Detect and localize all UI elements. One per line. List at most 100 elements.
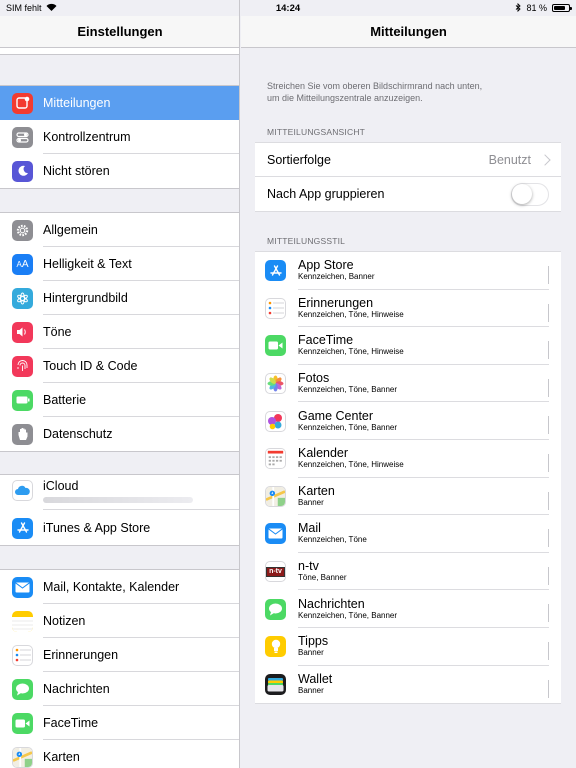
reminders-icon (265, 297, 286, 319)
app-notification-style: Kennzeichen, Töne, Banner (298, 422, 398, 432)
sidebar-item-text: Datenschutz (43, 427, 113, 441)
sidebar-item-label: Hintergrundbild (43, 281, 239, 315)
sidebar-group-accounts: iCloud iTunes & App Store (0, 474, 239, 546)
app-row[interactable]: Kalender Kennzeichen, Töne, Hinweise (255, 440, 561, 478)
brightness-text-icon: AA (12, 253, 33, 275)
app-row[interactable]: Nachrichten Kennzeichen, Töne, Banner (255, 590, 561, 628)
app-name: Karten (298, 483, 335, 498)
app-name: Nachrichten (298, 596, 365, 611)
app-row[interactable]: FaceTime Kennzeichen, Töne, Hinweise (255, 327, 561, 365)
sidebar-item-itunes-app-store[interactable]: iTunes & App Store (0, 511, 239, 545)
sidebar-item-icloud[interactable]: iCloud (0, 475, 239, 511)
chevron-right-icon (546, 679, 549, 699)
sidebar-item-label: iCloud (43, 479, 239, 510)
sidebar-item-kontrollzentrum[interactable]: Kontrollzentrum (0, 120, 239, 154)
sidebar-item-text: Erinnerungen (43, 647, 119, 662)
sidebar-item-datenschutz[interactable]: Datenschutz (0, 417, 239, 451)
sidebar-item-helligkeit-text[interactable]: AA Helligkeit & Text (0, 247, 239, 281)
app-name: Mail (298, 521, 321, 536)
app-row-text: n-tv Töne, Banner (298, 553, 549, 591)
facetime-icon (265, 335, 286, 357)
view-settings-group: Sortierfolge Benutzt Nach App gruppieren (255, 142, 561, 212)
app-row[interactable]: Wallet Banner (255, 666, 561, 704)
sidebar-item-label: Datenschutz (43, 417, 239, 451)
description: Streichen Sie vom oberen Bildschirmrand … (267, 80, 557, 104)
mail-icon (265, 523, 286, 545)
app-row[interactable]: Erinnerungen Kennzeichen, Töne, Hinweise (255, 290, 561, 328)
app-notification-style: Banner (298, 686, 324, 696)
chevron-right-icon (546, 266, 549, 285)
sidebar-item-mitteilungen[interactable]: Mitteilungen (0, 86, 239, 120)
wifi-icon (46, 3, 57, 13)
app-row-text: Nachrichten Kennzeichen, Töne, Banner (298, 590, 549, 628)
settings-sidebar: Einstellungen Mitteilungen Kontrollzentru… (0, 0, 240, 768)
clock: 14:24 (275, 2, 301, 14)
app-row[interactable]: Fotos Kennzeichen, Töne, Banner (255, 365, 561, 403)
maps-icon (12, 746, 33, 768)
app-notification-style: Kennzeichen, Töne, Hinweise (298, 460, 404, 470)
sidebar-item-text: Touch ID & Code (43, 358, 138, 373)
sidebar-item-notizen[interactable]: Notizen (0, 604, 239, 638)
sidebar-item-label: Karten (43, 740, 239, 768)
messages-icon (265, 598, 286, 620)
sidebar-item-hintergrundbild[interactable]: Hintergrundbild (0, 281, 239, 315)
sort-order-row[interactable]: Sortierfolge Benutzt (255, 143, 561, 177)
notes-icon (12, 610, 33, 632)
app-row[interactable]: Mail Kennzeichen, Töne (255, 515, 561, 553)
gear-icon (12, 219, 33, 241)
sidebar-item-label: Mail, Kontakte, Kalender (43, 570, 239, 604)
chevron-right-icon (546, 453, 549, 473)
app-row-text: App Store Kennzeichen, Banner (298, 252, 549, 290)
sidebar-item-label: iTunes & App Store (43, 511, 239, 545)
sidebar-item-facetime[interactable]: FaceTime (0, 706, 239, 740)
sidebar-group-apps: Mail, Kontakte, Kalender Notizen Erinnerun… (0, 569, 239, 768)
sidebar-item-text: iCloud (43, 479, 79, 493)
sidebar-item-töne[interactable]: Töne (0, 315, 239, 349)
sidebar-item-touch-id-code[interactable]: Touch ID & Code (0, 349, 239, 383)
sidebar-item-allgemein[interactable]: Allgemein (0, 213, 239, 247)
sidebar-item-mail-kontakte-kalender[interactable]: Mail, Kontakte, Kalender (0, 570, 239, 604)
chevron-right-icon (546, 491, 549, 511)
sidebar-item-text: Mail, Kontakte, Kalender (43, 579, 180, 594)
app-row[interactable]: Tipps Banner (255, 628, 561, 666)
app-row[interactable]: n-tv n-tv Töne, Banner (255, 553, 561, 591)
chevron-right-icon (546, 416, 549, 435)
sidebar-item-label: Nicht stören (43, 154, 239, 188)
app-row-text: Mail Kennzeichen, Töne (298, 515, 549, 553)
moon-icon (12, 160, 33, 182)
app-row[interactable]: Game Center Kennzeichen, Töne, Banner (255, 402, 561, 440)
app-row[interactable]: Karten Banner (255, 478, 561, 516)
app-row-text: Kalender Kennzeichen, Töne, Hinweise (298, 440, 549, 478)
carrier-label: SIM fehlt (6, 3, 42, 13)
sidebar-item-text: Mitteilungen (43, 95, 111, 110)
app-row-text: Wallet Banner (298, 666, 549, 704)
sidebar-item-text: Hintergrundbild (43, 290, 128, 305)
sort-order-label: Sortierfolge (267, 152, 331, 167)
status-bar: SIM fehlt 14:24 81 % (0, 0, 576, 16)
sidebar-item-karten[interactable]: Karten (0, 740, 239, 768)
group-by-app-toggle[interactable] (511, 182, 549, 206)
toggle-knob (512, 183, 532, 204)
app-row-text: Erinnerungen Kennzeichen, Töne, Hinweise (298, 290, 549, 328)
app-name: Kalender (298, 446, 349, 461)
sidebar-item-nachrichten[interactable]: Nachrichten (0, 672, 239, 706)
chevron-right-icon (546, 303, 549, 323)
sidebar-item-label: Batterie (43, 383, 239, 417)
app-name: Game Center (298, 408, 374, 423)
sidebar-item-nicht-stören[interactable]: Nicht stören (0, 154, 239, 188)
sidebar-item-label: Töne (43, 315, 239, 349)
sidebar-group-general: Allgemein AA Helligkeit & Text Hintergrundb… (0, 212, 239, 452)
tips-icon (265, 636, 286, 658)
sidebar-title: Einstellungen (0, 16, 239, 48)
app-notification-style: Kennzeichen, Töne (298, 535, 367, 545)
group-by-app-row: Nach App gruppieren (255, 177, 561, 211)
mail-icon (12, 576, 33, 598)
app-notification-style: Kennzeichen, Töne, Banner (298, 385, 398, 395)
app-name: App Store (298, 258, 354, 273)
sidebar-item-erinnerungen[interactable]: Erinnerungen (0, 638, 239, 672)
sidebar-item-label: FaceTime (43, 706, 239, 740)
app-row[interactable]: App Store Kennzeichen, Banner (255, 252, 561, 290)
notifications-detail: Mitteilungen Streichen Sie vom oberen Bi… (241, 0, 576, 768)
sidebar-item-batterie[interactable]: Batterie (0, 383, 239, 417)
app-row-text: FaceTime Kennzeichen, Töne, Hinweise (298, 327, 549, 365)
